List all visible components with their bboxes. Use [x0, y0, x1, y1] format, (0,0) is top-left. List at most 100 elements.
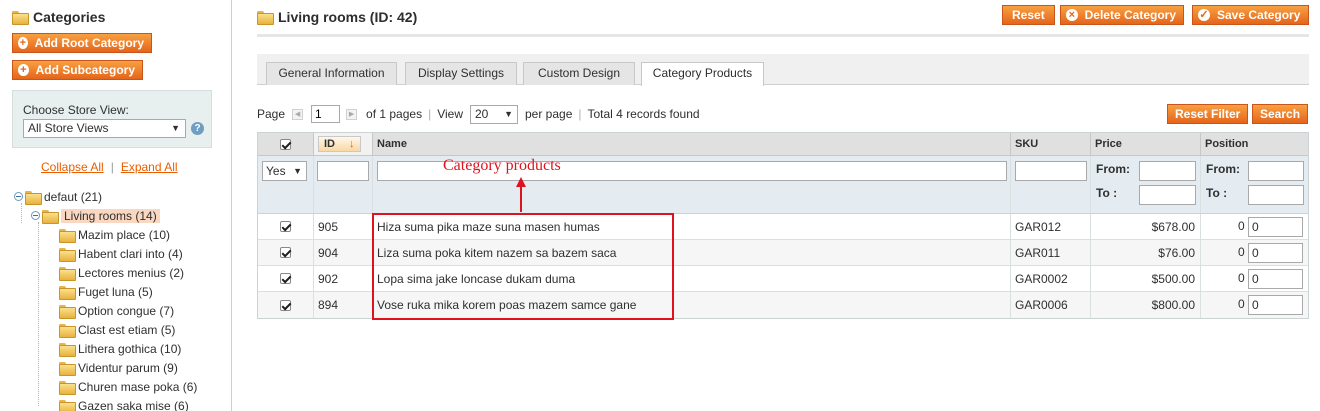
tree-node-label: Living rooms (14) — [61, 208, 160, 223]
tab-general-information[interactable]: General Information — [266, 62, 397, 85]
column-price[interactable]: Price — [1091, 133, 1201, 155]
dropdown-arrow-icon: ▼ — [504, 108, 513, 119]
row-checkbox[interactable] — [280, 299, 291, 311]
collapse-toggle-icon[interactable] — [31, 211, 40, 220]
folder-icon — [59, 228, 76, 243]
header-divider — [257, 34, 1309, 37]
annotation-label: Category products — [443, 157, 561, 174]
folder-icon — [59, 342, 76, 357]
page-number-input[interactable] — [311, 105, 341, 123]
id-filter-input[interactable] — [317, 161, 369, 181]
row-position-cell: 0 0 — [1201, 214, 1309, 239]
per-page-select[interactable]: 20 ▼ — [470, 104, 518, 124]
sort-descending-icon: ↓ — [349, 138, 355, 150]
tree-node-label: Videntur parum (9) — [78, 360, 178, 375]
folder-icon — [59, 399, 76, 411]
search-button[interactable]: Search — [1252, 104, 1309, 124]
delete-category-button[interactable]: × Delete Category — [1060, 5, 1184, 25]
in-category-filter-select[interactable]: Yes ▼ — [262, 161, 307, 181]
row-checkbox[interactable] — [280, 221, 291, 232]
tree-node[interactable]: Gazen saka mise (6) — [59, 397, 189, 411]
add-root-category-button[interactable]: + Add Root Category — [12, 33, 152, 53]
add-subcategory-label: Add Subcategory — [35, 63, 135, 77]
separator: | — [578, 107, 582, 121]
help-icon[interactable]: ? — [191, 122, 204, 135]
select-all-checkbox[interactable] — [280, 138, 291, 150]
position-to-input[interactable] — [1248, 185, 1304, 205]
tree-node-label: Churen mase poka (6) — [78, 379, 198, 394]
previous-page-icon[interactable]: ◀ — [292, 108, 304, 120]
tree-node[interactable]: Habent clari into (4) — [59, 245, 183, 262]
row-price: $800.00 — [1091, 292, 1201, 318]
tree-node[interactable]: Fuget luna (5) — [59, 283, 153, 300]
store-view-label: Choose Store View: — [23, 103, 129, 117]
tree-node-label: Lithera gothica (10) — [78, 341, 182, 356]
sku-filter-input[interactable] — [1015, 161, 1087, 181]
category-tabs: General Information Display Settings Cus… — [257, 54, 1309, 86]
grid-header-row: ID ↓ Name SKU Price Position — [258, 133, 1308, 156]
row-select-cell — [258, 266, 314, 291]
add-subcategory-button[interactable]: + Add Subcategory — [12, 60, 143, 80]
row-position-input[interactable]: 0 — [1248, 217, 1303, 237]
row-id: 905 — [314, 214, 373, 239]
save-category-button[interactable]: ✓ Save Category — [1192, 5, 1309, 25]
search-label: Search — [1260, 107, 1301, 121]
filter-cell: Yes ▼ — [258, 156, 314, 213]
tree-node[interactable]: Lectores menius (2) — [59, 264, 184, 281]
position-from-input[interactable] — [1248, 161, 1304, 181]
folder-icon — [59, 323, 76, 338]
price-from-input[interactable] — [1139, 161, 1196, 181]
row-position-input[interactable]: 0 — [1248, 243, 1303, 263]
collapse-toggle-icon[interactable] — [14, 192, 23, 201]
row-position-input[interactable]: 0 — [1248, 269, 1303, 289]
tree-node[interactable]: Lithera gothica (10) — [59, 340, 181, 357]
position-to-label: To : — [1206, 186, 1228, 200]
tree-node-living-rooms[interactable]: Living rooms (14) — [31, 207, 160, 224]
folder-icon — [59, 266, 76, 281]
row-sku: GAR012 — [1011, 214, 1091, 239]
in-category-filter-value: Yes — [266, 164, 286, 178]
tree-node[interactable]: Clast est etiam (5) — [59, 321, 175, 338]
row-checkbox[interactable] — [280, 273, 291, 284]
row-position: 0 — [1238, 297, 1245, 311]
column-id[interactable]: ID ↓ — [314, 133, 373, 155]
tree-node-defaut[interactable]: defaut (21) — [14, 188, 102, 205]
next-page-icon[interactable]: ▶ — [346, 108, 358, 120]
tab-display-settings[interactable]: Display Settings — [405, 62, 517, 85]
store-view-value: All Store Views — [28, 121, 109, 135]
separator: | — [110, 160, 114, 174]
column-name[interactable]: Name — [373, 133, 1011, 155]
collapse-all-link[interactable]: Collapse All — [41, 160, 104, 174]
page-title-text: Living rooms (ID: 42) — [278, 9, 418, 25]
reset-filter-button[interactable]: Reset Filter — [1167, 104, 1249, 124]
filter-cell — [314, 156, 373, 213]
row-sku: GAR0002 — [1011, 266, 1091, 291]
column-id-text: ID — [324, 138, 335, 150]
price-to-input[interactable] — [1139, 185, 1196, 205]
row-select-cell — [258, 240, 314, 265]
store-view-select[interactable]: All Store Views ▼ — [23, 119, 186, 138]
tab-category-products[interactable]: Category Products — [641, 62, 764, 86]
row-position-input[interactable]: 0 — [1248, 295, 1303, 315]
reset-button[interactable]: Reset — [1002, 5, 1055, 25]
tab-custom-design[interactable]: Custom Design — [523, 62, 635, 85]
tree-node-label: Option congue (7) — [78, 303, 175, 318]
folder-icon — [12, 11, 29, 25]
row-checkbox[interactable] — [280, 247, 291, 258]
tree-node-label: Clast est etiam (5) — [78, 322, 176, 337]
select-all-header[interactable] — [258, 133, 314, 155]
column-position[interactable]: Position — [1201, 133, 1309, 155]
tree-node[interactable]: Videntur parum (9) — [59, 359, 178, 376]
price-to-label: To : — [1096, 186, 1118, 200]
tree-node[interactable]: Churen mase poka (6) — [59, 378, 197, 395]
folder-icon — [59, 361, 76, 376]
tree-node-label: Gazen saka mise (6) — [78, 398, 189, 411]
expand-all-link[interactable]: Expand All — [121, 160, 178, 174]
row-position: 0 — [1238, 219, 1245, 233]
tree-node[interactable]: Mazim place (10) — [59, 226, 170, 243]
tree-node-label: defaut (21) — [44, 189, 103, 204]
tree-node[interactable]: Option congue (7) — [59, 302, 174, 319]
tree-node-label: Fuget luna (5) — [78, 284, 153, 299]
tree-node-label: Habent clari into (4) — [78, 246, 183, 261]
column-sku[interactable]: SKU — [1011, 133, 1091, 155]
